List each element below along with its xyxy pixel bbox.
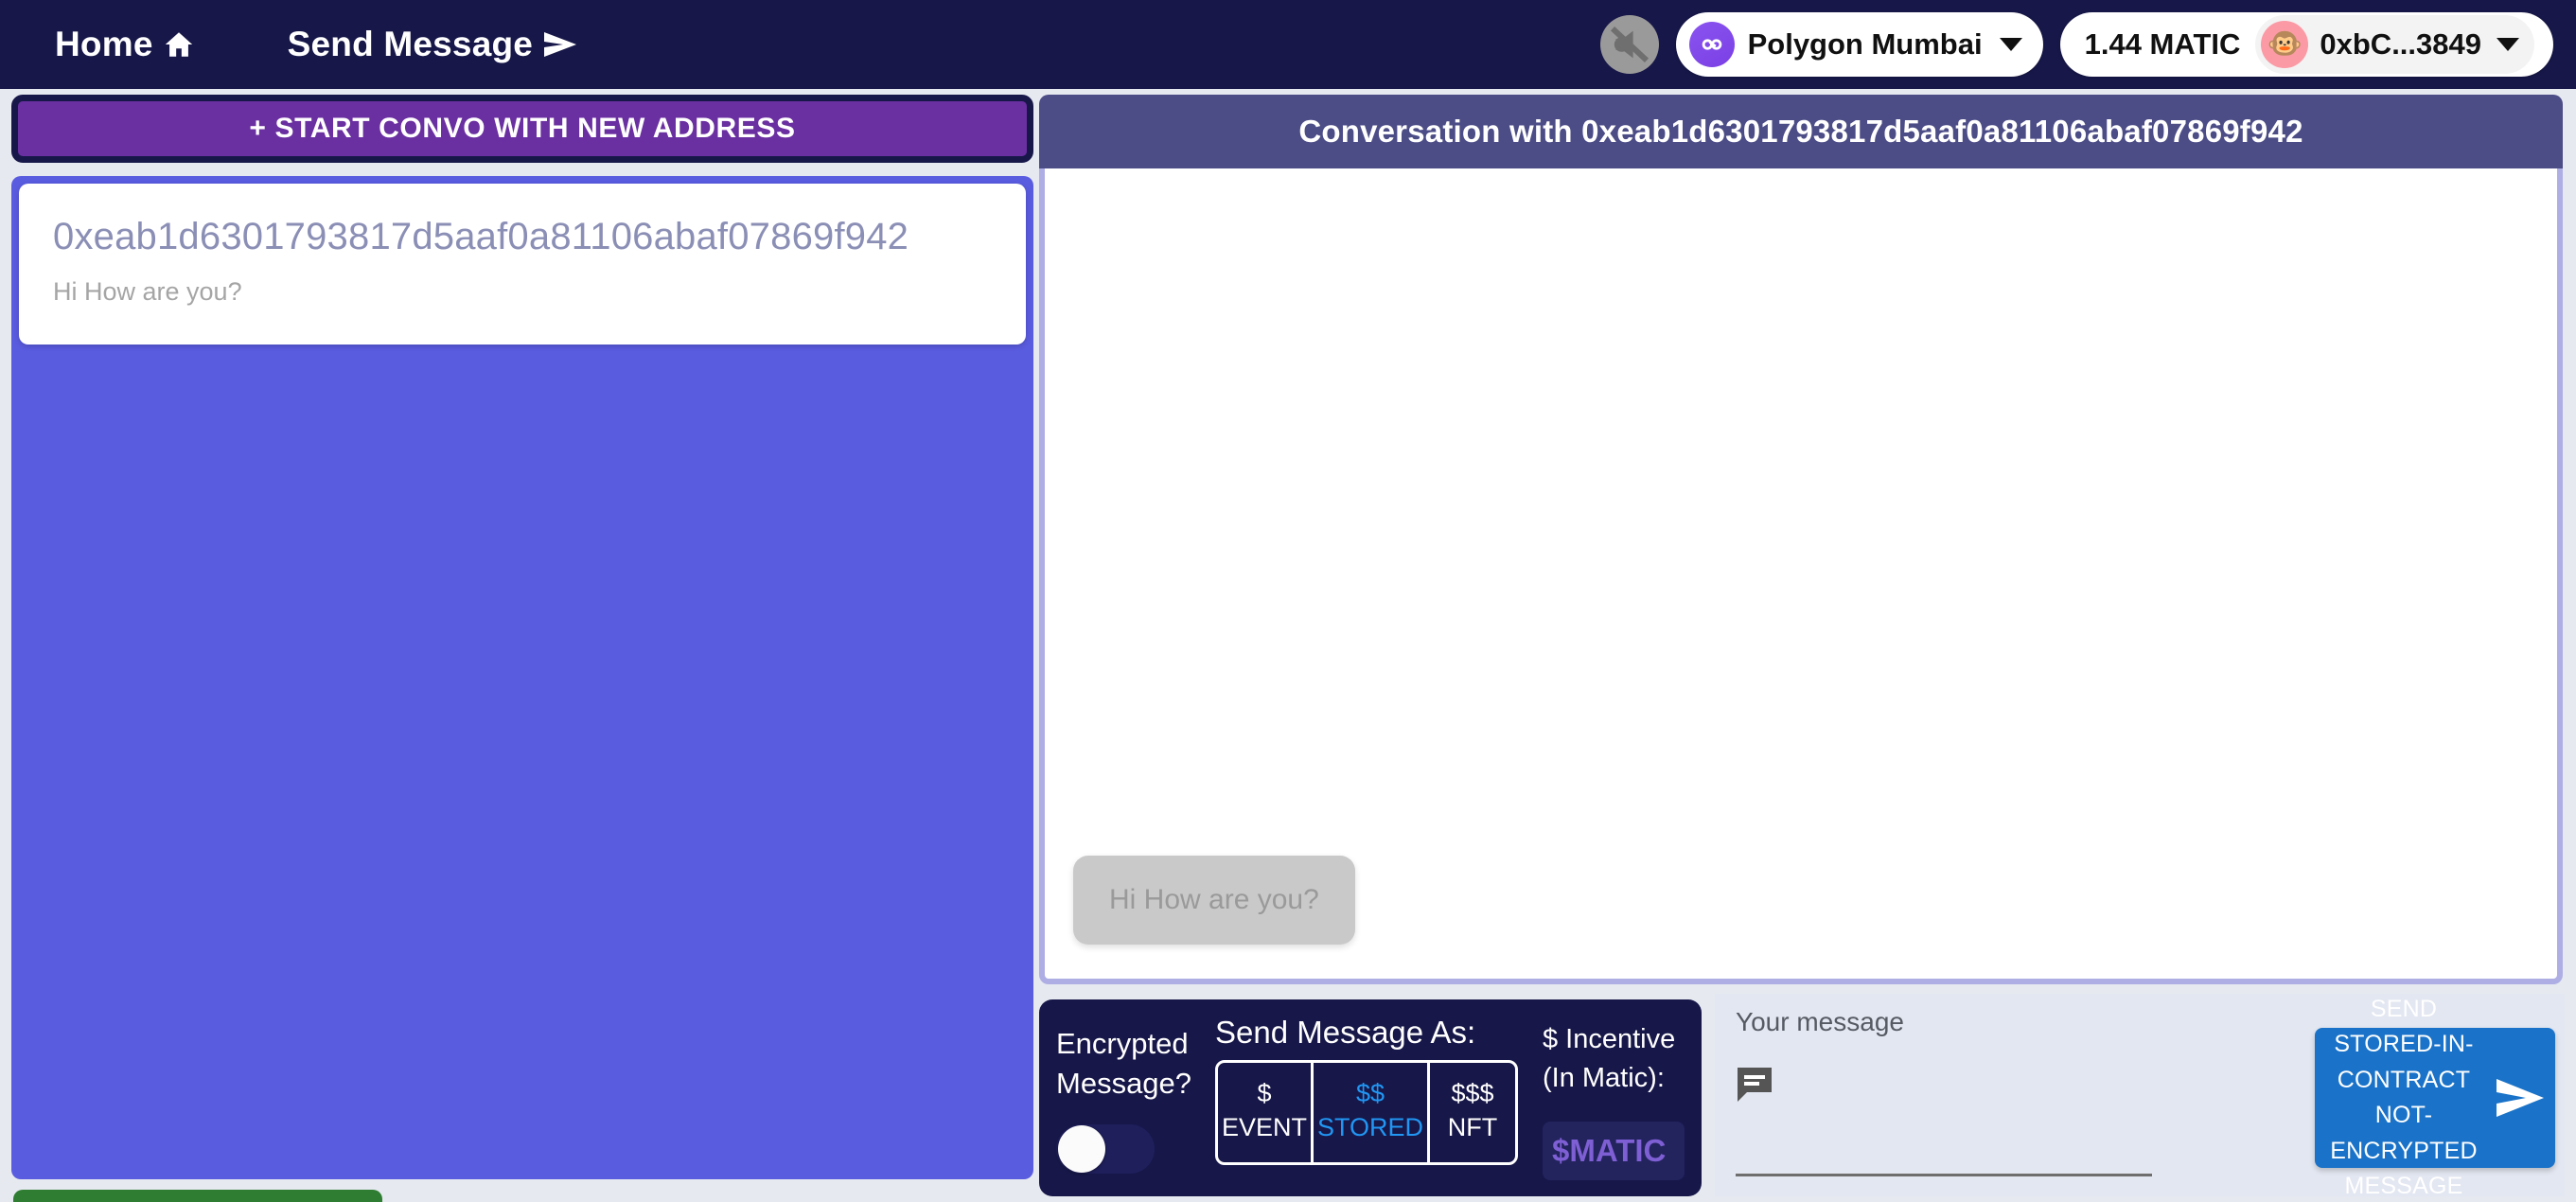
option-amount: $$ bbox=[1356, 1079, 1385, 1107]
account-chip[interactable]: 🐵 0xbC...3849 bbox=[2255, 15, 2534, 74]
account-selector[interactable]: 1.44 MATIC 🐵 0xbC...3849 bbox=[2059, 12, 2553, 77]
message-input-underline bbox=[1736, 1174, 2152, 1176]
message-scroll-area[interactable]: Hi How are you? bbox=[1039, 168, 2563, 984]
nav-item-send-message[interactable]: Send Message bbox=[288, 25, 578, 64]
message-bubble: Hi How are you? bbox=[1073, 856, 1355, 945]
encrypted-label-line2: Message? bbox=[1056, 1066, 1192, 1100]
nav-item-home[interactable]: Home bbox=[55, 25, 195, 64]
chat-bubble-icon bbox=[1736, 1066, 1777, 1104]
option-name: EVENT bbox=[1222, 1113, 1308, 1142]
toggle-knob bbox=[1058, 1124, 1105, 1173]
muted-speaker-icon[interactable] bbox=[1599, 15, 1659, 74]
send-as-option-stored[interactable]: $$ STORED bbox=[1314, 1063, 1431, 1162]
chat-panel: Conversation with 0xeab1d6301793817d5aaf… bbox=[1039, 95, 2563, 984]
encrypted-label-line1: Encrypted bbox=[1056, 1027, 1189, 1060]
send-as-title: Send Message As: bbox=[1215, 1015, 1476, 1050]
incentive-amount-input[interactable] bbox=[1543, 1122, 1685, 1181]
account-address: 0xbC...3849 bbox=[2320, 27, 2481, 61]
option-name: STORED bbox=[1317, 1113, 1424, 1142]
paper-plane-icon bbox=[2494, 1076, 2547, 1120]
network-selector[interactable]: Polygon Mumbai bbox=[1675, 12, 2043, 77]
app-root: Home Send Message Polygon Mumbai 1.44 MA… bbox=[0, 0, 2576, 1202]
send-as-segmented-control: $ EVENT $$ STORED $$$ NFT bbox=[1215, 1060, 1518, 1165]
incentive-label-line1: $ Incentive bbox=[1543, 1024, 1676, 1054]
conversation-list[interactable]: 0xeab1d6301793817d5aaf0a81106abaf07869f9… bbox=[11, 176, 1033, 1179]
send-message-button[interactable]: SEND STORED-IN-CONTRACT NOT-ENCRYPTED ME… bbox=[2315, 996, 2555, 1199]
start-new-conversation-button[interactable]: + START CONVO WITH NEW ADDRESS bbox=[11, 95, 1033, 163]
message-input-row[interactable] bbox=[1736, 1066, 2152, 1104]
send-button-label: SEND STORED-IN-CONTRACT NOT-ENCRYPTED ME… bbox=[2330, 995, 2478, 1200]
chevron-down-icon bbox=[2497, 38, 2519, 51]
conversation-preview: Hi How are you? bbox=[53, 277, 242, 306]
top-navigation-bar: Home Send Message Polygon Mumbai 1.44 MA… bbox=[0, 0, 2576, 89]
status-bar bbox=[13, 1190, 382, 1202]
conversation-header: Conversation with 0xeab1d6301793817d5aaf… bbox=[1039, 95, 2563, 168]
message-compose-area: Your message SEND STORED-IN-CONTRACT NOT… bbox=[1715, 994, 2565, 1199]
wallet-balance: 1.44 MATIC bbox=[2084, 27, 2241, 61]
polygon-logo-icon bbox=[1688, 22, 1735, 67]
send-message-as-group: Send Message As: $ EVENT $$ STORED $$$ N… bbox=[1215, 1015, 1518, 1165]
compose-label: Your message bbox=[1736, 1007, 1904, 1036]
network-label: Polygon Mumbai bbox=[1747, 27, 1983, 61]
send-as-option-event[interactable]: $ EVENT bbox=[1218, 1063, 1314, 1162]
message-options-panel: Encrypted Message? Send Message As: $ EV… bbox=[1039, 999, 1702, 1196]
list-item[interactable]: 0xeab1d6301793817d5aaf0a81106abaf07869f9… bbox=[19, 184, 1026, 345]
nav-right-cluster: Polygon Mumbai 1.44 MATIC 🐵 0xbC...3849 bbox=[1599, 12, 2576, 77]
nav-home-label: Home bbox=[55, 25, 153, 63]
conversation-address: 0xeab1d6301793817d5aaf0a81106abaf07869f9… bbox=[53, 216, 909, 257]
encryption-toggle-group: Encrypted Message? bbox=[1056, 1015, 1198, 1174]
option-amount: $ bbox=[1257, 1079, 1272, 1107]
incentive-group: $ Incentive (In Matic): bbox=[1543, 1015, 1685, 1181]
paper-plane-icon bbox=[542, 30, 578, 59]
conversations-sidebar: + START CONVO WITH NEW ADDRESS 0xeab1d63… bbox=[11, 95, 1033, 1183]
option-amount: $$$ bbox=[1451, 1079, 1494, 1107]
option-name: NFT bbox=[1447, 1113, 1498, 1142]
incentive-label-line2: (In Matic): bbox=[1543, 1062, 1665, 1093]
send-as-option-nft[interactable]: $$$ NFT bbox=[1430, 1063, 1515, 1162]
nav-send-label: Send Message bbox=[287, 25, 534, 63]
home-icon bbox=[163, 28, 195, 61]
chevron-down-icon bbox=[1999, 38, 2022, 51]
avatar: 🐵 bbox=[2261, 21, 2309, 68]
encrypted-message-toggle[interactable] bbox=[1056, 1123, 1155, 1174]
